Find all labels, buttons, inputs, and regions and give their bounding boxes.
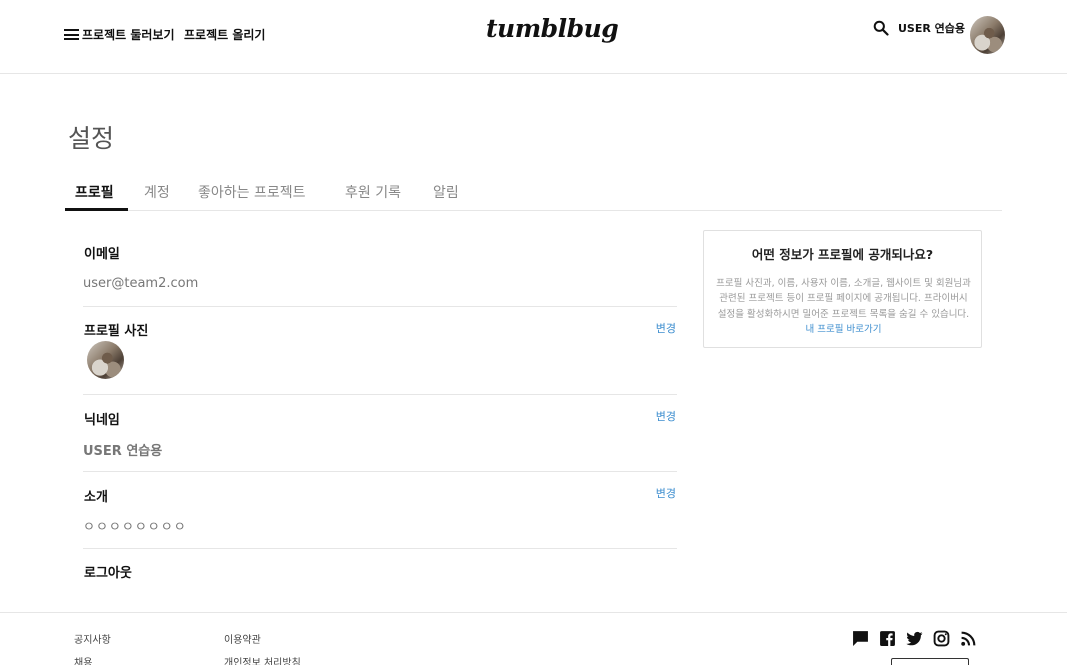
nav-upload-project[interactable]: 프로젝트 올리기 <box>184 26 265 43</box>
rss-icon[interactable] <box>960 630 977 647</box>
info-box-text: 프로필 사진과, 이름, 사용자 이름, 소개글, 웹사이트 및 회원님과 관련… <box>716 278 971 320</box>
tab-profile[interactable]: 프로필 <box>75 182 114 202</box>
hamburger-menu-icon[interactable] <box>64 29 79 40</box>
footer-language-selector[interactable] <box>891 658 969 665</box>
nickname-section: 닉네임 변경 USER 연습용 <box>83 395 677 472</box>
logout-section: 로그아웃 <box>83 549 677 609</box>
nickname-value: USER 연습용 <box>83 444 163 459</box>
settings-tabs: 프로필 계정 좋아하는 프로젝트 후원 기록 알림 <box>65 172 1002 211</box>
change-photo-button[interactable]: 변경 <box>656 320 676 336</box>
tab-backing-history[interactable]: 후원 기록 <box>345 182 401 202</box>
twitter-icon[interactable] <box>906 630 923 647</box>
tab-liked-projects[interactable]: 좋아하는 프로젝트 <box>198 182 306 202</box>
footer-careers-link[interactable]: 채용 <box>74 654 92 665</box>
profile-visibility-info-box: 어떤 정보가 프로필에 공개되나요? 프로필 사진과, 이름, 사용자 이름, … <box>703 230 982 348</box>
search-icon[interactable] <box>873 20 889 36</box>
active-tab-indicator <box>65 208 128 211</box>
instagram-icon[interactable] <box>933 630 950 647</box>
intro-label: 소개 <box>84 490 108 505</box>
my-profile-link[interactable]: 내 프로필 바로가기 <box>806 324 882 335</box>
facebook-icon[interactable] <box>879 630 896 647</box>
nav-browse-projects[interactable]: 프로젝트 둘러보기 <box>82 26 175 43</box>
user-name-label[interactable]: USER 연습용 <box>898 20 965 36</box>
footer-terms-link[interactable]: 이용약관 <box>224 631 261 646</box>
footer-notice-link[interactable]: 공지사항 <box>74 631 111 646</box>
info-box-body: 프로필 사진과, 이름, 사용자 이름, 소개글, 웹사이트 및 회원님과 관련… <box>714 276 973 337</box>
profile-photo-section: 프로필 사진 변경 <box>83 307 677 395</box>
nickname-label: 닉네임 <box>84 413 120 428</box>
change-nickname-button[interactable]: 변경 <box>656 408 676 424</box>
logout-button[interactable]: 로그아웃 <box>84 562 132 581</box>
tab-notifications[interactable]: 알림 <box>433 182 459 202</box>
top-header: 프로젝트 둘러보기 프로젝트 올리기 tumblbug USER 연습용 <box>0 0 1067 74</box>
profile-photo-label: 프로필 사진 <box>84 324 149 339</box>
chat-icon[interactable] <box>852 630 869 647</box>
profile-photo <box>87 341 124 379</box>
email-section: 이메일 user@team2.com <box>83 230 677 307</box>
info-box-title: 어떤 정보가 프로필에 공개되나요? <box>751 247 934 262</box>
page-title: 설정 <box>68 124 115 153</box>
change-intro-button[interactable]: 변경 <box>656 485 676 501</box>
intro-section: 소개 변경 ㅇㅇㅇㅇㅇㅇㅇㅇ <box>83 472 677 549</box>
email-value: user@team2.com <box>83 276 199 291</box>
intro-value: ㅇㅇㅇㅇㅇㅇㅇㅇ <box>83 520 187 535</box>
tumblbug-logo[interactable]: tumblbug <box>486 14 619 43</box>
email-label: 이메일 <box>84 247 120 262</box>
tab-account[interactable]: 계정 <box>144 182 170 202</box>
user-avatar[interactable] <box>970 16 1005 54</box>
footer: 공지사항 채용 이용약관 개인정보 처리방침 <box>0 612 1067 665</box>
footer-privacy-link[interactable]: 개인정보 처리방침 <box>224 654 301 665</box>
